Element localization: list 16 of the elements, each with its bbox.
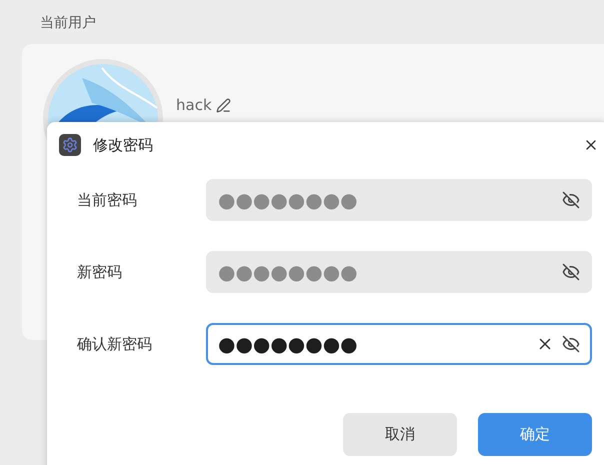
eye-off-icon[interactable] (562, 335, 580, 353)
section-title: 当前用户 (39, 14, 97, 32)
eye-off-icon[interactable] (562, 263, 580, 281)
confirm-button[interactable]: 确定 (478, 413, 592, 456)
cancel-button[interactable]: 取消 (343, 413, 457, 456)
eye-off-icon[interactable] (562, 191, 580, 209)
edit-icon[interactable] (216, 98, 231, 112)
field-label: 确认新密码 (77, 334, 153, 354)
field-label: 新密码 (77, 262, 123, 282)
password-field[interactable]: ●●●●●●●● (206, 251, 592, 293)
field-label: 当前密码 (77, 190, 138, 210)
password-field[interactable]: ●●●●●●●● (206, 179, 592, 221)
gear-icon (59, 134, 81, 156)
dialog-title: 修改密码 (93, 136, 154, 154)
user-name: hack (176, 96, 212, 114)
password-field[interactable]: ●●●●●●●● (206, 323, 592, 365)
